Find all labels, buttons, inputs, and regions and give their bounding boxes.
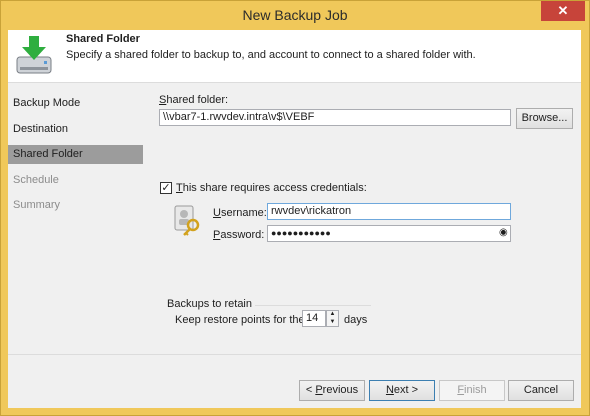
finish-button: Finish	[439, 380, 505, 401]
sidebar-item-label: Shared Folder	[13, 148, 83, 160]
sidebar-item-label: Schedule	[13, 174, 59, 186]
label-text: his share requires access credentials:	[182, 182, 367, 194]
sidebar-item-summary: Summary	[8, 196, 143, 215]
sidebar-item-label: Summary	[13, 199, 61, 211]
next-button[interactable]: Next >	[369, 380, 435, 401]
password-label: Password:	[213, 229, 264, 241]
show-password-icon[interactable]: ◉	[499, 227, 508, 238]
wizard-steps: Backup Mode Destination Shared Folder Sc…	[8, 83, 143, 354]
access-key: P	[315, 384, 323, 396]
username-field[interactable]: rwvdev\rickatron	[267, 203, 511, 220]
shared-folder-label: Shared folder:	[159, 94, 228, 106]
group-divider	[255, 305, 371, 306]
wizard-header: Shared Folder Specify a shared folder to…	[8, 30, 581, 83]
label-text: assword:	[220, 229, 265, 241]
sidebar-item-schedule: Schedule	[8, 171, 143, 190]
days-unit-label: days	[344, 314, 368, 326]
label-text: ext	[393, 384, 409, 396]
wizard-content: Shared folder: \\vbar7-1.rwvdev.intra\v$…	[143, 83, 581, 354]
key-user-icon	[174, 205, 200, 236]
sidebar-item-destination[interactable]: Destination	[8, 120, 143, 139]
footer-divider	[8, 354, 581, 355]
stepper-up-icon[interactable]: ▲	[327, 311, 338, 318]
arrow-text: >	[408, 384, 419, 396]
access-key: N	[385, 384, 394, 396]
title-bar[interactable]: New Backup Job ✕	[1, 1, 589, 30]
close-icon: ✕	[557, 3, 569, 18]
days-stepper[interactable]: ▲ ▼	[326, 310, 339, 327]
sidebar-item-label: Backup Mode	[13, 97, 81, 109]
credentials-checkbox[interactable]: ✓	[160, 182, 172, 194]
stepper-down-icon[interactable]: ▼	[327, 319, 338, 326]
header-title: Shared Folder	[66, 33, 140, 45]
sidebar-item-label: Destination	[13, 123, 69, 135]
arrow-text: <	[305, 384, 316, 396]
close-button[interactable]: ✕	[541, 1, 585, 21]
sidebar-item-shared-folder[interactable]: Shared Folder	[8, 145, 143, 164]
label-text: sername:	[220, 207, 267, 219]
credentials-checkbox-label[interactable]: This share requires access credentials:	[176, 182, 367, 194]
window-title: New Backup Job	[242, 7, 348, 23]
label-text: inish	[464, 384, 487, 396]
access-key: T	[176, 182, 183, 194]
browse-button[interactable]: Browse...	[516, 108, 573, 129]
cancel-button[interactable]: Cancel	[508, 380, 574, 401]
label-text: hared folder:	[166, 94, 229, 106]
label-text: revious	[322, 384, 359, 396]
retention-group-label: Backups to retain	[167, 298, 252, 310]
dialog-window: New Backup Job ✕ Shared Folder Specify a…	[0, 0, 590, 416]
dialog-client: Shared Folder Specify a shared folder to…	[8, 30, 581, 408]
shared-folder-input[interactable]: \\vbar7-1.rwvdev.intra\v$\VEBF	[159, 109, 511, 126]
previous-button[interactable]: < Previous	[299, 380, 365, 401]
days-input[interactable]: 14	[302, 310, 326, 327]
header-subtitle: Specify a shared folder to backup to, an…	[66, 49, 476, 61]
password-field[interactable]: ●●●●●●●●●●●	[267, 225, 511, 242]
download-drive-icon	[16, 36, 52, 74]
sidebar-item-backup-mode[interactable]: Backup Mode	[8, 94, 143, 113]
username-label: Username:	[213, 207, 267, 219]
access-key: U	[213, 207, 221, 219]
